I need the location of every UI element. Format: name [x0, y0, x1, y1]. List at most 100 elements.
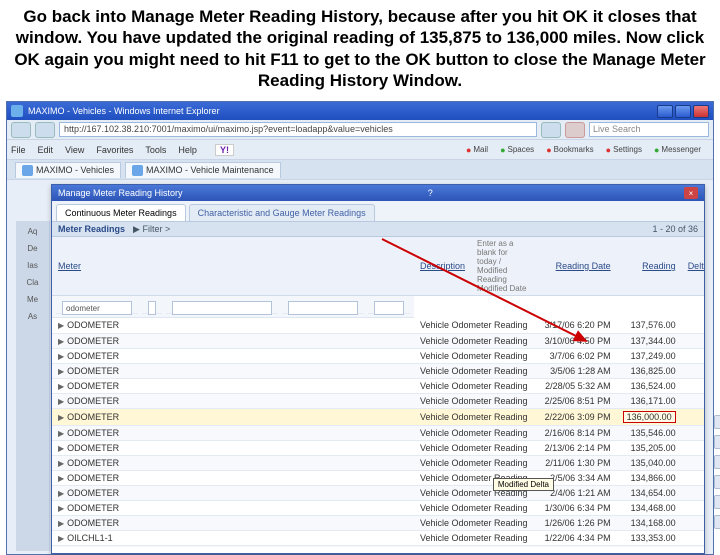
- table-row[interactable]: ▶ODOMETERVehicle Odometer Reading2/11/06…: [52, 455, 704, 470]
- help-icon[interactable]: ?: [428, 188, 433, 198]
- tool-icon[interactable]: [714, 455, 720, 469]
- col-reading[interactable]: Reading: [617, 237, 682, 296]
- menu-favorites[interactable]: Favorites: [96, 145, 133, 155]
- menu-tools[interactable]: Tools: [145, 145, 166, 155]
- menu-file[interactable]: File: [11, 145, 26, 155]
- sidebar-label: Ias: [27, 261, 38, 270]
- expand-row-icon[interactable]: ▶: [58, 382, 64, 391]
- toolbar-spaces[interactable]: Spaces: [500, 145, 534, 155]
- filter-delta-input[interactable]: [374, 301, 404, 315]
- tab-label: MAXIMO - Vehicles: [36, 165, 114, 175]
- tool-icon[interactable]: [714, 515, 720, 529]
- col-meter[interactable]: Meter: [52, 237, 414, 296]
- dialog-title: Manage Meter Reading History: [58, 188, 183, 198]
- tool-icon[interactable]: [714, 475, 720, 489]
- menu-edit[interactable]: Edit: [38, 145, 54, 155]
- expand-row-icon[interactable]: ▶: [58, 444, 64, 453]
- record-range: 1 - 20 of 36: [652, 224, 698, 234]
- table-row[interactable]: ▶ODOMETERVehicle Odometer Reading3/10/06…: [52, 333, 704, 348]
- expand-row-icon[interactable]: ▶: [58, 429, 64, 438]
- minimize-button[interactable]: [657, 105, 673, 118]
- search-box[interactable]: Live Search: [589, 122, 709, 137]
- dialog-close-button[interactable]: ×: [684, 187, 698, 199]
- right-tool-strip: [710, 415, 720, 529]
- nav-forward-button[interactable]: [35, 122, 55, 138]
- instruction-text: Go back into Manage Meter Reading Histor…: [0, 0, 720, 101]
- tab-continuous[interactable]: Continuous Meter Readings: [56, 204, 186, 221]
- table-row[interactable]: ▶ODOMETERVehicle Odometer Reading2/5/06 …: [52, 470, 704, 485]
- section-title: Meter Readings: [58, 224, 125, 234]
- section-header: Meter Readings ▶ Filter > 1 - 20 of 36: [52, 221, 704, 237]
- expand-row-icon[interactable]: ▶: [58, 489, 64, 498]
- expand-row-icon[interactable]: ▶: [58, 367, 64, 376]
- tab-favicon-icon: [132, 165, 143, 176]
- table-row[interactable]: ▶ODOMETERVehicle Odometer Reading2/22/06…: [52, 408, 704, 425]
- filter-toggle[interactable]: ▶ Filter >: [133, 224, 170, 235]
- browser-tab-1[interactable]: MAXIMO - Vehicles: [15, 162, 121, 178]
- yahoo-logo-icon[interactable]: Y!: [215, 144, 234, 156]
- stop-button[interactable]: [565, 122, 585, 138]
- table-row[interactable]: ▶ODOMETERVehicle Odometer Reading2/28/05…: [52, 378, 704, 393]
- dialog-titlebar: Manage Meter Reading History ? ×: [52, 185, 704, 201]
- expand-row-icon[interactable]: ▶: [58, 474, 64, 483]
- expand-row-icon[interactable]: ▶: [58, 337, 64, 346]
- menu-help[interactable]: Help: [178, 145, 197, 155]
- col-extra[interactable]: Enter as a blank for today / Modified Re…: [471, 237, 534, 296]
- sidebar-label: Cla: [26, 278, 38, 287]
- table-row[interactable]: ▶ODOMETERVehicle Odometer Reading2/25/06…: [52, 393, 704, 408]
- table-row[interactable]: ▶ODOMETERVehicle Odometer Reading3/5/06 …: [52, 363, 704, 378]
- table-row[interactable]: ▶OILCHL1-1Vehicle Odometer Reading1/22/0…: [52, 530, 704, 545]
- browser-window: MAXIMO - Vehicles - Windows Internet Exp…: [6, 101, 714, 555]
- col-delta[interactable]: Delta: [682, 237, 704, 296]
- expand-row-icon[interactable]: ▶: [58, 352, 64, 361]
- filter-meter-input[interactable]: [62, 301, 132, 315]
- table-row[interactable]: ▶ODOMETERVehicle Odometer Reading2/13/06…: [52, 440, 704, 455]
- toolbar-messenger[interactable]: Messenger: [654, 145, 701, 155]
- filter-date-input[interactable]: [172, 301, 272, 315]
- app-sidebar: Aq De Ias Cla Me As: [16, 221, 50, 551]
- expand-row-icon[interactable]: ▶: [58, 534, 64, 543]
- table-row[interactable]: ▶ODOMETERVehicle Odometer Reading1/30/06…: [52, 500, 704, 515]
- menu-view[interactable]: View: [65, 145, 84, 155]
- tool-icon[interactable]: [714, 435, 720, 449]
- meter-history-dialog: Aq De Ias Cla Me As Manage Meter Reading…: [51, 184, 705, 554]
- window-titlebar: MAXIMO - Vehicles - Windows Internet Exp…: [7, 102, 713, 120]
- window-title: MAXIMO - Vehicles - Windows Internet Exp…: [28, 106, 220, 116]
- tab-label: MAXIMO - Vehicle Maintenance: [146, 165, 274, 175]
- expand-row-icon[interactable]: ▶: [58, 459, 64, 468]
- tab-strip: MAXIMO - Vehicles MAXIMO - Vehicle Maint…: [7, 160, 713, 180]
- sidebar-label: De: [27, 244, 37, 253]
- expand-row-icon[interactable]: ▶: [58, 519, 64, 528]
- expand-row-icon[interactable]: ▶: [58, 321, 64, 330]
- address-bar[interactable]: http://167.102.38.210:7001/maximo/ui/max…: [59, 122, 537, 137]
- table-row[interactable]: ▶ODOMETERVehicle Odometer Reading1/26/06…: [52, 515, 704, 530]
- table-row[interactable]: ▶ODOMETERVehicle Odometer Reading2/4/06 …: [52, 485, 704, 500]
- table-row[interactable]: ▶OILCHL1-4Vehicle Odometer Reading1/17/0…: [52, 545, 704, 547]
- filter-desc-input[interactable]: [148, 301, 156, 315]
- address-bar-row: http://167.102.38.210:7001/maximo/ui/max…: [7, 120, 713, 140]
- browser-tab-2[interactable]: MAXIMO - Vehicle Maintenance: [125, 162, 281, 178]
- menu-bar: File Edit View Favorites Tools Help Y! M…: [7, 140, 713, 160]
- toolbar-bookmarks[interactable]: Bookmarks: [546, 145, 593, 155]
- close-window-button[interactable]: [693, 105, 709, 118]
- filter-reading-input[interactable]: [288, 301, 358, 315]
- table-row[interactable]: ▶ODOMETERVehicle Odometer Reading3/7/06 …: [52, 348, 704, 363]
- table-row[interactable]: ▶ODOMETERVehicle Odometer Reading3/17/06…: [52, 318, 704, 333]
- expand-row-icon[interactable]: ▶: [58, 397, 64, 406]
- expand-row-icon[interactable]: ▶: [58, 504, 64, 513]
- toolbar-settings[interactable]: Settings: [606, 145, 642, 155]
- dialog-tabs: Continuous Meter Readings Characteristic…: [52, 201, 704, 221]
- tool-icon[interactable]: [714, 495, 720, 509]
- maximize-button[interactable]: [675, 105, 691, 118]
- toolbar-mail[interactable]: Mail: [466, 145, 488, 155]
- col-description[interactable]: Description: [414, 237, 471, 296]
- refresh-button[interactable]: [541, 122, 561, 138]
- col-reading-date[interactable]: Reading Date: [534, 237, 617, 296]
- ie-icon: [11, 105, 23, 117]
- tool-icon[interactable]: [714, 415, 720, 429]
- nav-back-button[interactable]: [11, 122, 31, 138]
- tab-characteristic[interactable]: Characteristic and Gauge Meter Readings: [189, 204, 375, 221]
- expand-row-icon[interactable]: ▶: [58, 413, 64, 422]
- sidebar-label: Me: [27, 295, 38, 304]
- table-row[interactable]: ▶ODOMETERVehicle Odometer Reading2/16/06…: [52, 425, 704, 440]
